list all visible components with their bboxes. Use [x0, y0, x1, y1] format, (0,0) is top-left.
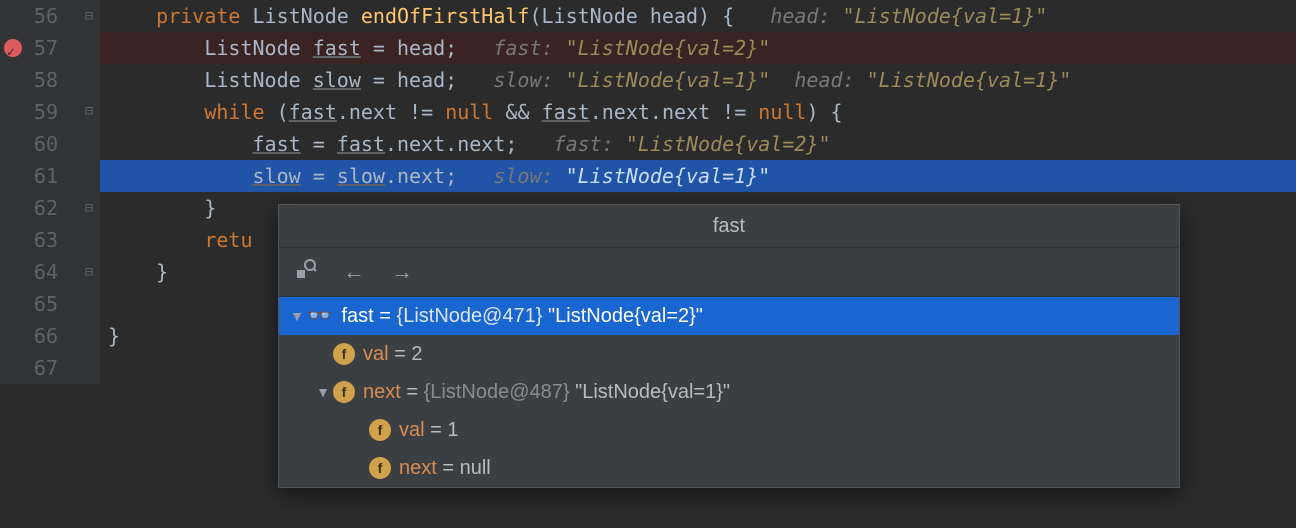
line-number[interactable]: 61: [0, 160, 80, 192]
line-number[interactable]: 62: [0, 192, 80, 224]
var-value: null: [460, 449, 491, 487]
forward-arrow-icon[interactable]: →: [389, 259, 415, 285]
inline-hint: head:: [734, 4, 842, 28]
inline-hint-value: "ListNode{val=1}": [566, 68, 771, 92]
field-badge-icon: f: [333, 381, 355, 403]
inline-hint: slow:: [457, 164, 565, 188]
variables-tree[interactable]: ▼ 👓 fast = {ListNode@471} "ListNode{val=…: [279, 297, 1179, 487]
fold-marker-icon[interactable]: ⊟: [82, 9, 96, 23]
var-name: val: [399, 411, 425, 449]
inline-hint-value: "ListNode{val=2}": [626, 132, 831, 156]
line-number[interactable]: 57: [0, 32, 80, 64]
evaluate-icon[interactable]: [293, 258, 319, 286]
breakpoint-icon[interactable]: [4, 39, 22, 57]
fold-marker-icon[interactable]: ⊟: [82, 265, 96, 279]
inline-hint: head:: [770, 68, 866, 92]
tree-row[interactable]: f val = 2: [279, 335, 1179, 373]
var-name: fast: [341, 297, 373, 335]
code-line[interactable]: ListNode slow = head; slow: "ListNode{va…: [100, 64, 1296, 96]
line-number[interactable]: 63: [0, 224, 80, 256]
inline-hint-value: "ListNode{val=1}": [566, 164, 771, 188]
line-number[interactable]: 58: [0, 64, 80, 96]
var-value: "ListNode{val=2}": [542, 297, 702, 335]
var-value: 1: [447, 411, 458, 449]
popup-title: fast: [279, 205, 1179, 248]
var-name: val: [363, 335, 389, 373]
debug-quick-evaluate-popup[interactable]: fast ← → ▼ 👓 fast = {ListNode@471} "List…: [278, 204, 1180, 488]
var-name: next: [363, 373, 401, 411]
line-number[interactable]: 66: [0, 320, 80, 352]
fold-marker-icon[interactable]: ⊟: [82, 201, 96, 215]
tree-row[interactable]: f next = null: [279, 449, 1179, 487]
var-type: {ListNode@471}: [397, 297, 543, 335]
line-number[interactable]: 67: [0, 352, 80, 384]
var-value: "ListNode{val=1}": [570, 373, 730, 411]
field-badge-icon: f: [333, 343, 355, 365]
line-number[interactable]: 64: [0, 256, 80, 288]
code-line-current[interactable]: slow = slow.next; slow: "ListNode{val=1}…: [100, 160, 1296, 192]
var-value: 2: [411, 335, 422, 373]
expand-chevron-icon[interactable]: ▼: [313, 373, 333, 411]
var-type: {ListNode@487}: [424, 373, 570, 411]
tree-row[interactable]: ▼ f next = {ListNode@487} "ListNode{val=…: [279, 373, 1179, 411]
line-number[interactable]: 65: [0, 288, 80, 320]
inline-hint: fast:: [517, 132, 625, 156]
field-badge-icon: f: [369, 419, 391, 441]
back-arrow-icon[interactable]: ←: [341, 259, 367, 285]
tree-row[interactable]: ▼ 👓 fast = {ListNode@471} "ListNode{val=…: [279, 297, 1179, 335]
inline-hint: slow:: [457, 68, 565, 92]
inline-hint-value: "ListNode{val=1}": [867, 68, 1072, 92]
expand-chevron-icon[interactable]: ▼: [287, 297, 307, 335]
code-line[interactable]: fast = fast.next.next; fast: "ListNode{v…: [100, 128, 1296, 160]
inline-hint: fast:: [457, 36, 565, 60]
code-line[interactable]: while (fast.next != null && fast.next.ne…: [100, 96, 1296, 128]
line-number[interactable]: 59: [0, 96, 80, 128]
field-badge-icon: f: [369, 457, 391, 479]
var-name: next: [399, 449, 437, 487]
fold-column: ⊟ ⊟ ⊟ ⊟: [80, 0, 100, 384]
line-number[interactable]: 56: [0, 0, 80, 32]
code-line[interactable]: ListNode fast = head; fast: "ListNode{va…: [100, 32, 1296, 64]
line-number[interactable]: 60: [0, 128, 80, 160]
inline-hint-value: "ListNode{val=1}": [843, 4, 1048, 28]
popup-toolbar: ← →: [279, 248, 1179, 297]
code-line[interactable]: private ListNode endOfFirstHalf(ListNode…: [100, 0, 1296, 32]
gutter: 56 57 58 59 60 61 62 63 64 65 66 67: [0, 0, 80, 384]
inline-hint-value: "ListNode{val=2}": [566, 36, 771, 60]
tree-row[interactable]: f val = 1: [279, 411, 1179, 449]
watch-glasses-icon: 👓: [307, 297, 332, 335]
fold-marker-icon[interactable]: ⊟: [82, 104, 96, 118]
